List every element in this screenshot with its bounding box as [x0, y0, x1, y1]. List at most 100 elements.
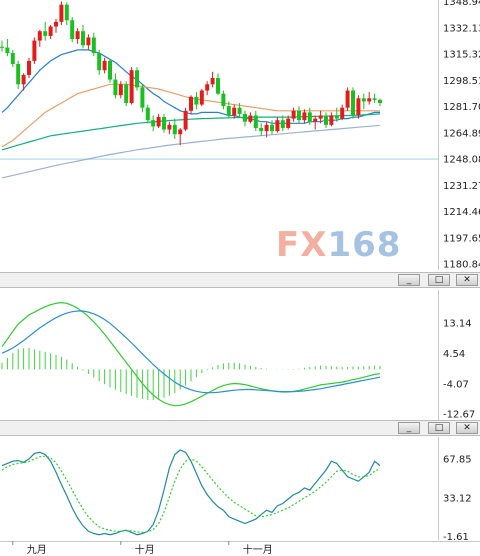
macd-close-button[interactable]: ✕	[456, 274, 478, 286]
kdj-minimize-button[interactable]: _	[398, 422, 420, 434]
candle-body	[367, 98, 372, 102]
candle-body	[210, 78, 215, 85]
candle	[113, 73, 118, 99]
candle-body	[189, 96, 193, 111]
macd-maximize-button[interactable]: □	[428, 274, 450, 286]
watermark-number: 168	[327, 225, 402, 265]
kdj-close-button[interactable]: ✕	[456, 422, 478, 434]
kdj-line-1	[1, 455, 381, 534]
candle-body	[280, 120, 285, 128]
0-tick-1: 1332.13	[443, 23, 480, 34]
candle	[102, 57, 107, 74]
candle-body	[145, 107, 150, 121]
2-tick-0: 67.85	[443, 455, 472, 466]
candle-body	[37, 31, 42, 41]
candle-body	[351, 90, 355, 116]
candle-body	[291, 110, 296, 119]
candle	[37, 29, 42, 47]
candle	[172, 118, 177, 139]
candle	[356, 95, 361, 119]
candle	[16, 60, 21, 89]
candle	[86, 34, 91, 50]
macd-pane: 13.14 4.54 -4.07 -12.67	[1, 290, 475, 421]
candle	[64, 2, 69, 25]
candle-body	[178, 129, 183, 135]
candle-body	[356, 98, 361, 116]
candle	[205, 81, 210, 96]
candle-body	[21, 74, 26, 85]
0-tick-7: 1231.27	[443, 181, 480, 192]
candle-body	[54, 21, 58, 27]
candle-body	[302, 112, 307, 121]
candle	[70, 17, 75, 43]
candle-body	[16, 63, 21, 85]
candle	[75, 28, 80, 44]
candle	[345, 87, 350, 111]
candle	[291, 107, 296, 122]
candle	[259, 123, 264, 136]
candle-body	[275, 120, 280, 132]
candle	[243, 110, 247, 127]
1-tick-1: 4.54	[443, 349, 465, 360]
candle	[329, 112, 334, 127]
candle-body	[102, 60, 107, 71]
candle-body	[75, 31, 80, 40]
candle-body	[194, 96, 199, 105]
candle-body	[372, 98, 377, 100]
candle-body	[32, 40, 37, 61]
candle-body	[345, 90, 350, 108]
candle-body	[108, 60, 112, 80]
candle-body	[199, 90, 204, 105]
candle-body	[167, 124, 172, 130]
candle	[162, 113, 166, 133]
candle	[367, 92, 372, 105]
candle-body	[205, 84, 210, 91]
candle-body	[162, 117, 166, 130]
candle	[216, 73, 220, 96]
candle-body	[270, 124, 274, 132]
candle	[97, 49, 102, 75]
0-tick-4: 1281.70	[443, 102, 480, 113]
candle	[194, 92, 199, 110]
candle	[108, 59, 112, 83]
month-label-0: 九月	[27, 544, 47, 556]
candle	[361, 93, 366, 110]
candle-body	[172, 124, 177, 135]
candle	[151, 115, 156, 132]
candle-body	[264, 124, 269, 132]
ma-line-1	[1, 83, 380, 148]
kdj-axis-ticks: 67.8533.12-1.61	[443, 455, 472, 543]
candle	[167, 121, 172, 135]
candle	[351, 87, 355, 119]
candle-body	[129, 70, 134, 104]
candle	[313, 115, 318, 130]
candle-body	[43, 31, 48, 36]
0-tick-3: 1298.51	[443, 76, 480, 87]
candle-body	[64, 4, 69, 21]
candles	[0, 1, 382, 146]
candle	[372, 93, 377, 104]
candle-body	[226, 106, 231, 116]
macd-histogram	[1, 347, 381, 401]
candle	[275, 117, 280, 133]
ma-line-2	[1, 113, 381, 151]
candle-body	[334, 115, 339, 119]
candle-body	[324, 115, 328, 125]
candle	[0, 40, 4, 52]
candle	[324, 112, 328, 128]
1-tick-0: 13.14	[443, 319, 472, 330]
candle	[145, 104, 150, 124]
candle	[32, 37, 37, 64]
macd-minimize-button[interactable]: _	[398, 274, 420, 286]
candle-body	[5, 47, 10, 54]
candle-body	[124, 84, 129, 104]
candle	[124, 81, 129, 107]
candle	[248, 112, 253, 124]
time-axis-labels: 九月 十月 十一月	[12, 541, 273, 556]
candle-body	[151, 120, 156, 127]
candle-body	[59, 4, 64, 22]
candle	[253, 110, 258, 132]
candle-body	[81, 31, 85, 46]
kdj-maximize-button[interactable]: □	[428, 422, 450, 434]
fx168-watermark: FX168	[276, 226, 428, 264]
